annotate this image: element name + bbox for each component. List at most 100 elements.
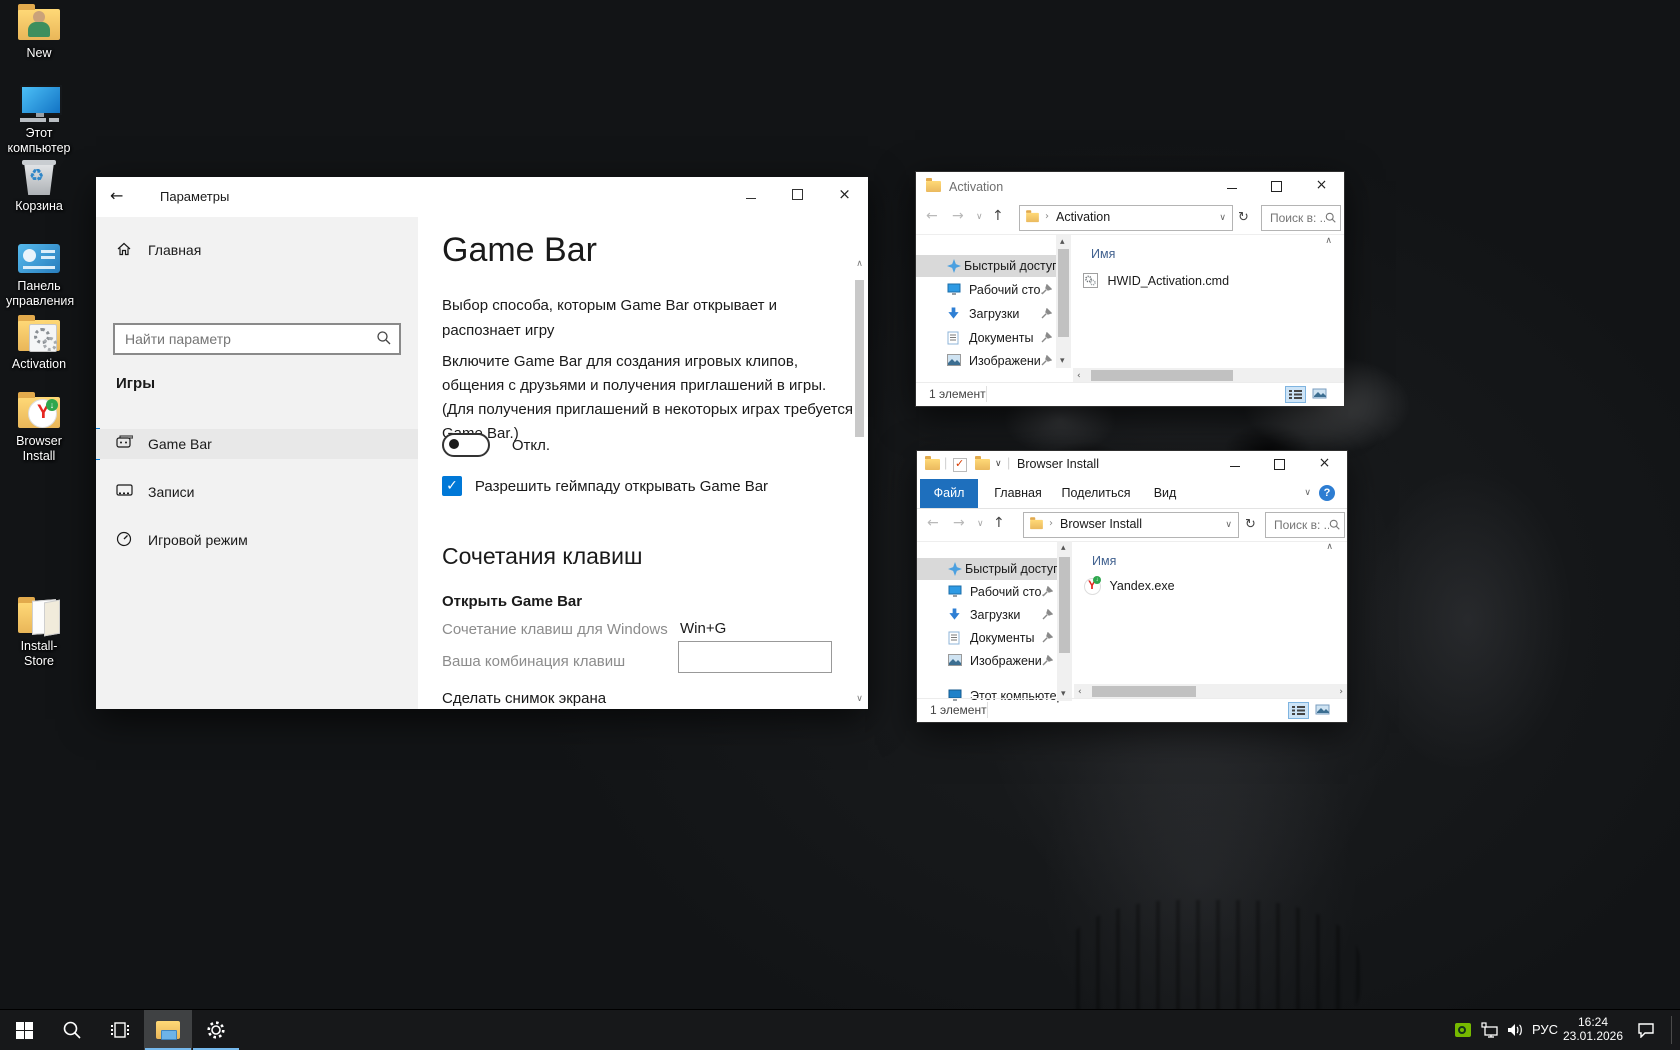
scroll-down-icon[interactable]: ▾	[1060, 356, 1065, 366]
tab-view[interactable]: Вид	[1143, 479, 1187, 508]
nav-item-desktop[interactable]: Рабочий сто.	[916, 279, 1056, 301]
maximize-button[interactable]	[1254, 179, 1299, 193]
breadcrumb[interactable]: Browser Install	[1060, 517, 1142, 531]
tab-share[interactable]: Поделиться	[1057, 479, 1135, 508]
sidebar-item-game-mode[interactable]: Игровой режим	[96, 525, 418, 555]
explorer-search-input[interactable]	[1268, 208, 1327, 228]
minimize-button[interactable]	[1212, 459, 1257, 473]
maximize-button[interactable]	[1257, 457, 1302, 471]
thumbnail-view-button[interactable]	[1313, 702, 1334, 719]
start-button[interactable]	[0, 1010, 48, 1050]
qat-folder-icon[interactable]	[975, 459, 990, 470]
file-row[interactable]: Y ↓ Yandex.exe	[1084, 577, 1175, 595]
search-box[interactable]	[1261, 205, 1341, 231]
details-view-button[interactable]	[1288, 702, 1309, 719]
forward-arrow-icon[interactable]: →	[953, 515, 965, 531]
scrollbar-thumb[interactable]	[1059, 557, 1070, 653]
tab-file[interactable]: Файл	[920, 479, 978, 508]
scroll-up-icon[interactable]: ▴	[1060, 237, 1065, 247]
sidebar-item-game-bar[interactable]: Game Bar	[96, 429, 418, 459]
custom-shortcut-input[interactable]	[679, 642, 831, 672]
up-arrow-icon[interactable]: ↑	[993, 515, 1005, 531]
scroll-up-icon[interactable]: ∧	[852, 259, 867, 269]
maximize-button[interactable]	[775, 185, 820, 201]
language-indicator[interactable]: РУС	[1528, 1010, 1562, 1050]
scrollbar-thumb[interactable]	[855, 280, 864, 437]
forward-arrow-icon[interactable]: →	[952, 208, 964, 224]
qat-checkbox-icon[interactable]: ✓	[953, 458, 967, 472]
desktop-icon-recycle-bin[interactable]: ♻ Корзина	[6, 158, 72, 214]
show-desktop-button[interactable]	[1672, 1010, 1680, 1050]
gamepad-checkbox[interactable]: ✓	[442, 476, 462, 496]
sidebar-item-captures[interactable]: Записи	[96, 477, 418, 507]
taskbar-search-button[interactable]	[48, 1010, 96, 1050]
scroll-left-icon[interactable]: ‹	[1078, 687, 1082, 697]
task-view-button[interactable]	[96, 1010, 144, 1050]
taskbar-file-explorer-button[interactable]	[144, 1010, 192, 1050]
game-bar-toggle[interactable]	[442, 433, 490, 457]
settings-scrollbar[interactable]: ∧ ∨	[852, 217, 867, 708]
back-arrow-icon[interactable]: ←	[927, 515, 939, 531]
refresh-icon[interactable]: ↻	[1238, 210, 1249, 225]
desktop-icon-install-store[interactable]: Install-Store	[6, 598, 72, 669]
sort-ascending-icon[interactable]: ∧	[1325, 236, 1332, 246]
desktop-icon-new[interactable]: New	[6, 5, 72, 61]
nav-item-pictures[interactable]: Изображени	[916, 350, 1056, 372]
ribbon-expand-icon[interactable]: ∨	[1304, 488, 1311, 498]
back-arrow-icon[interactable]: ←	[110, 186, 123, 205]
desktop-icon-this-pc[interactable]: Этот компьютер	[6, 85, 72, 156]
horizontal-scrollbar[interactable]: ‹ ›	[1074, 684, 1347, 699]
address-bar[interactable]: › Activation ∨	[1019, 205, 1233, 231]
nav-item-downloads[interactable]: Загрузки	[916, 303, 1056, 325]
scrollbar-thumb[interactable]	[1091, 370, 1233, 381]
nav-item-documents[interactable]: Документы	[916, 327, 1056, 349]
scroll-down-icon[interactable]: ∨	[852, 694, 867, 704]
nav-item-quick-access[interactable]: Быстрый доступ	[917, 558, 1057, 580]
file-row[interactable]: HWID_Activation.cmd	[1083, 273, 1229, 291]
column-header-name[interactable]: Имя	[1092, 554, 1116, 568]
explorer-search-input[interactable]	[1272, 515, 1331, 535]
history-dropdown-icon[interactable]: ∨	[977, 519, 984, 529]
close-button[interactable]: ×	[1302, 455, 1347, 471]
details-view-button[interactable]	[1285, 386, 1306, 403]
address-dropdown-icon[interactable]: ∨	[1219, 213, 1226, 223]
desktop-icon-activation[interactable]: Activation	[6, 316, 72, 372]
close-button[interactable]: ×	[1299, 177, 1344, 193]
minimize-button[interactable]	[1209, 181, 1254, 195]
desktop-icon-control-panel[interactable]: Панель управления	[6, 242, 72, 309]
clock[interactable]: 16:24 23.01.2026	[1560, 1010, 1626, 1050]
network-tray-icon[interactable]	[1478, 1010, 1502, 1050]
nav-item-pictures[interactable]: Изображени	[917, 650, 1057, 672]
desktop-icon-browser-install[interactable]: Y ↓ Browser Install	[6, 393, 72, 464]
refresh-icon[interactable]: ↻	[1245, 517, 1256, 532]
breadcrumb[interactable]: Activation	[1056, 210, 1110, 224]
address-bar[interactable]: › Browser Install ∨	[1023, 512, 1239, 538]
minimize-button[interactable]	[728, 189, 773, 205]
nav-item-desktop[interactable]: Рабочий сто.	[917, 581, 1057, 603]
settings-search-box[interactable]	[113, 323, 401, 355]
search-box[interactable]	[1265, 512, 1345, 538]
help-icon[interactable]: ?	[1319, 485, 1335, 501]
up-arrow-icon[interactable]: ↑	[992, 208, 1004, 224]
horizontal-scrollbar[interactable]: ‹	[1073, 368, 1344, 383]
taskbar-settings-button[interactable]	[192, 1010, 240, 1050]
qat-dropdown-icon[interactable]: ∨	[995, 459, 1002, 469]
scrollbar-thumb[interactable]	[1058, 249, 1069, 337]
thumbnail-view-button[interactable]	[1310, 386, 1331, 403]
history-dropdown-icon[interactable]: ∨	[976, 212, 983, 222]
close-button[interactable]: ×	[822, 185, 867, 203]
search-icon[interactable]	[376, 330, 392, 346]
tab-home[interactable]: Главная	[985, 479, 1051, 508]
nav-scrollbar[interactable]: ▴ ▾	[1056, 235, 1071, 368]
sort-ascending-icon[interactable]: ∧	[1326, 542, 1333, 552]
action-center-button[interactable]	[1630, 1010, 1662, 1050]
scroll-up-icon[interactable]: ▴	[1061, 543, 1066, 553]
nav-item-downloads[interactable]: Загрузки	[917, 604, 1057, 626]
back-arrow-icon[interactable]: ←	[926, 208, 938, 224]
scrollbar-thumb[interactable]	[1092, 686, 1196, 697]
scroll-left-icon[interactable]: ‹	[1077, 371, 1081, 381]
address-dropdown-icon[interactable]: ∨	[1225, 520, 1232, 530]
nav-item-quick-access[interactable]: Быстрый доступ	[916, 255, 1056, 277]
nav-scrollbar[interactable]: ▴ ▾	[1057, 541, 1072, 701]
scroll-right-icon[interactable]: ›	[1339, 687, 1343, 697]
